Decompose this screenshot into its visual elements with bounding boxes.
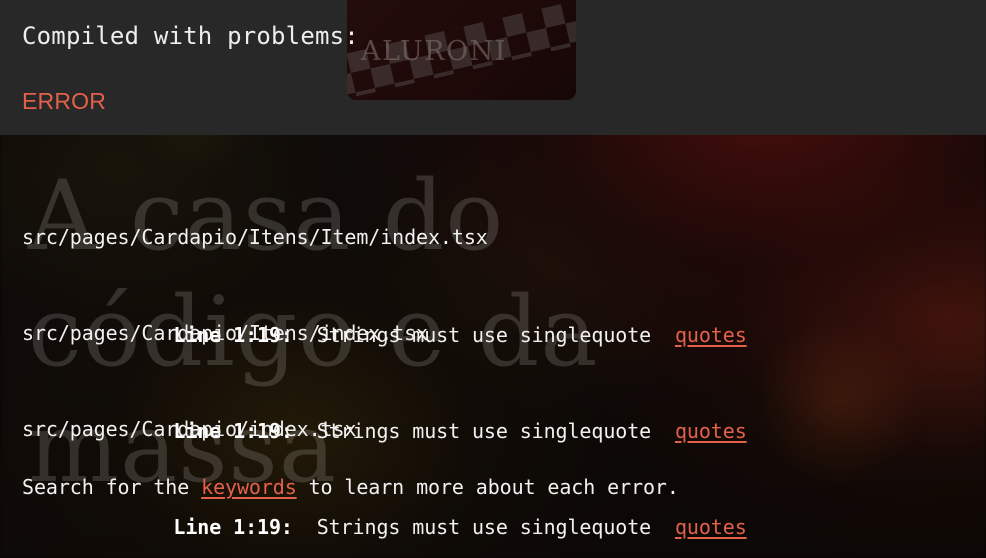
error-file-path: src/pages/Cardapio/index.tsx (22, 417, 357, 441)
error-line-number: Line 1:19: (173, 515, 293, 539)
page-title: Compiled with problems: (22, 22, 359, 50)
promo-card: ALURONI (347, 0, 576, 100)
compile-error-overlay: ALURONI Compiled with problems: ERROR sr… (0, 0, 986, 558)
checkerboard-pattern-icon (347, 0, 576, 100)
footer-hint: Search for the keywords to learn more ab… (22, 472, 679, 502)
error-file-path: src/pages/Cardapio/Itens/Item/index.tsx (22, 225, 488, 249)
error-list: src/pages/Cardapio/Itens/Item/index.tsx … (0, 135, 986, 558)
keywords-link[interactable]: keywords (201, 475, 297, 499)
list-item: src/pages/Cardapio/index.tsx Line 1:19: … (22, 376, 747, 558)
status-badge: ERROR (22, 88, 107, 114)
footer-hint-prefix: Search for the (22, 475, 202, 499)
error-message: Strings must use singlequote (316, 515, 652, 539)
app-screen: A casa do código e da massa ALURONI Comp… (0, 0, 986, 558)
error-file-path: src/pages/Cardapio/Itens/index.tsx (22, 321, 428, 345)
eslint-rule-link[interactable]: quotes (675, 515, 747, 539)
footer-hint-suffix: to learn more about each error. (296, 475, 679, 499)
